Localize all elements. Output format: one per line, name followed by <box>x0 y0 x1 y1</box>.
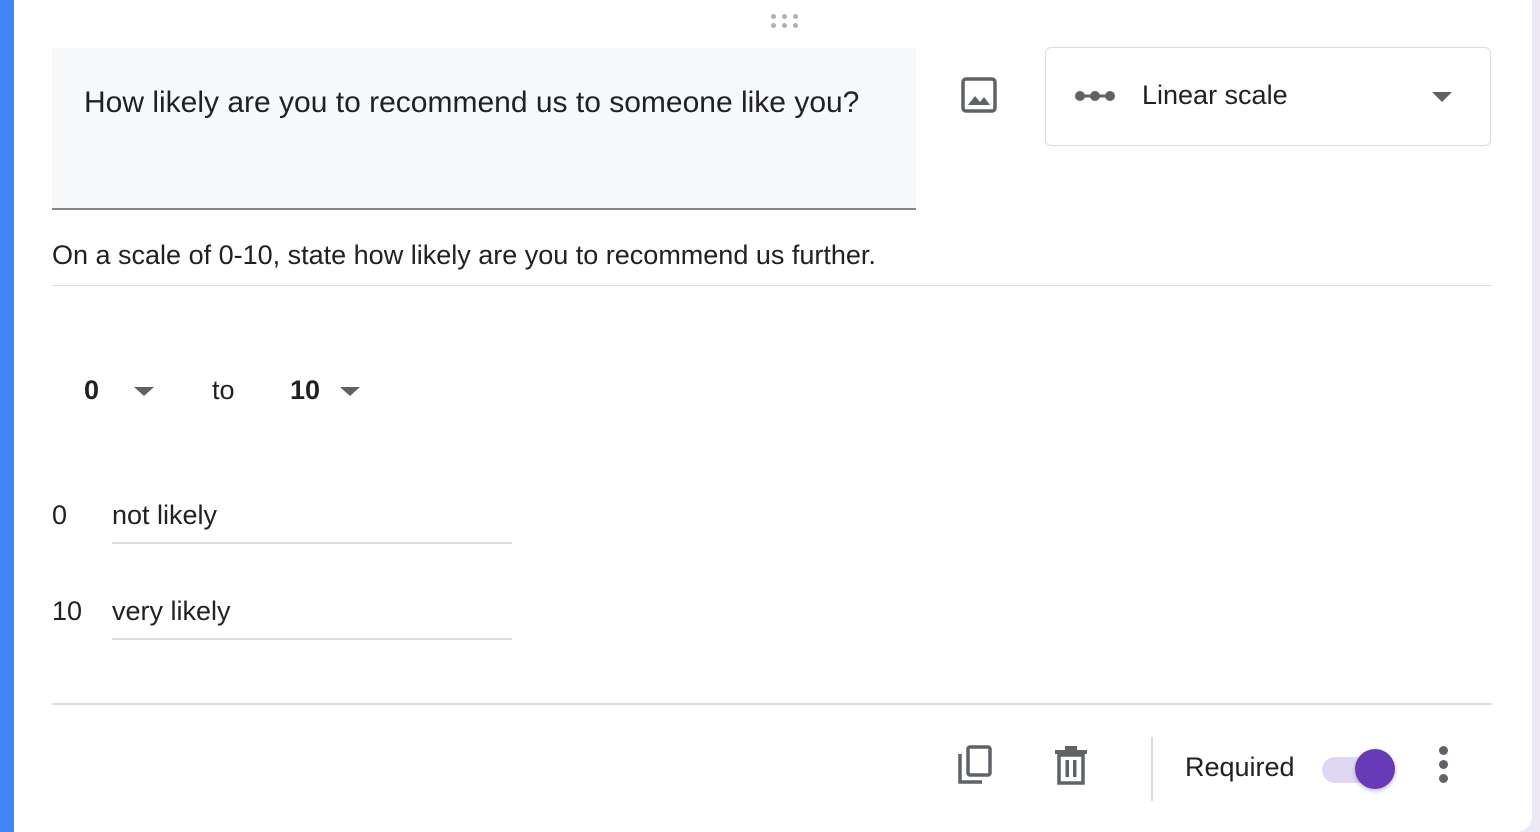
delete-button[interactable] <box>1054 745 1088 785</box>
question-title-text[interactable]: How likely are you to recommend us to so… <box>84 78 864 127</box>
scale-label-value: 0 <box>52 500 68 530</box>
scale-label-row-min: 0 not likely <box>52 500 532 550</box>
more-options-button[interactable] <box>1434 746 1454 786</box>
required-toggle[interactable] <box>1322 748 1402 790</box>
linear-scale-icon <box>1075 91 1115 101</box>
required-label: Required <box>1185 752 1295 782</box>
chevron-down-icon[interactable] <box>340 387 360 396</box>
footer-separator <box>1151 737 1153 801</box>
question-card[interactable]: How likely are you to recommend us to so… <box>0 0 1532 832</box>
duplicate-button[interactable] <box>956 744 994 786</box>
chevron-down-icon <box>1432 92 1452 102</box>
scale-to-label: to <box>212 375 235 405</box>
copy-icon <box>958 745 992 784</box>
scale-label-input-min[interactable]: not likely <box>112 500 512 544</box>
scale-label-row-max: 10 very likely <box>52 596 532 646</box>
scale-label-input-max[interactable]: very likely <box>112 596 512 640</box>
footer-divider <box>52 703 1492 705</box>
drag-handle-icon[interactable] <box>771 14 803 32</box>
trash-icon <box>1055 746 1087 785</box>
toggle-thumb <box>1355 749 1395 789</box>
scale-range: 0 to 10 <box>84 372 404 412</box>
image-icon <box>961 77 997 113</box>
scale-label-value: 10 <box>52 596 83 626</box>
add-image-button[interactable] <box>960 76 998 114</box>
more-vert-icon <box>1439 746 1448 755</box>
scale-max-dropdown[interactable]: 10 <box>290 375 320 406</box>
question-type-label: Linear scale <box>1142 80 1288 110</box>
question-title-field[interactable]: How likely are you to recommend us to so… <box>52 48 916 210</box>
chevron-down-icon[interactable] <box>134 387 154 396</box>
scale-min-dropdown[interactable]: 0 <box>84 375 99 406</box>
question-type-dropdown[interactable]: Linear scale <box>1045 47 1491 146</box>
question-description-field[interactable]: On a scale of 0-10, state how likely are… <box>52 240 1492 286</box>
